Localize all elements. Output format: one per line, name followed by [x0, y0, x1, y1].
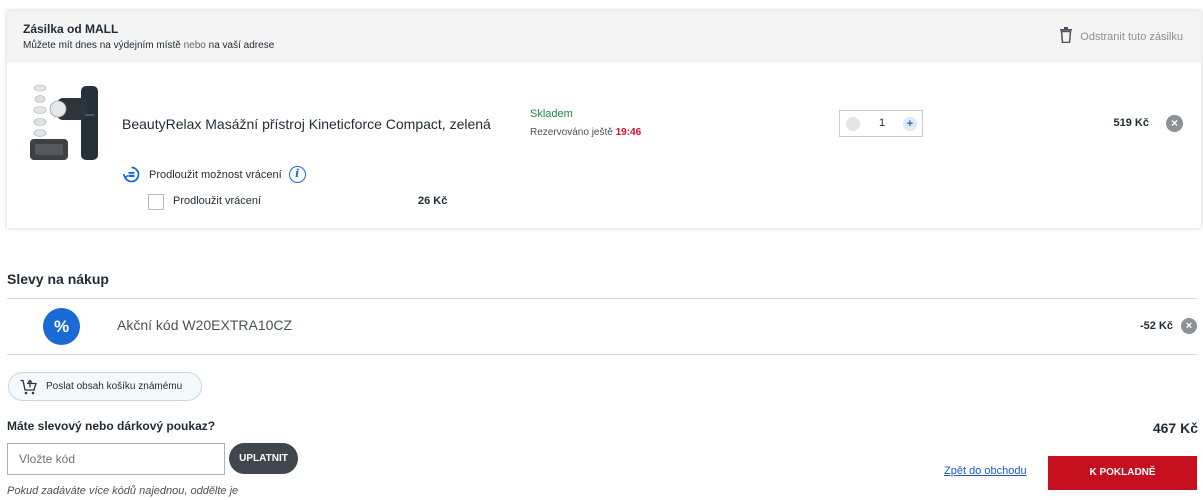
share-cart-button[interactable]: Poslat obsah košíku známému: [8, 372, 202, 401]
product-image[interactable]: [27, 84, 107, 164]
shipment-card: Zásilka od MALL Můžete mít dnes na výdej…: [7, 11, 1201, 228]
remove-discount-button[interactable]: ×: [1181, 318, 1197, 334]
reservation-info: Rezervováno ještě 19:46: [530, 127, 641, 138]
voucher-hint: Pokud zadáváte více kódů najednou, odděl…: [7, 485, 239, 497]
stock-status: Skladem: [530, 108, 573, 120]
remove-item-button[interactable]: ×: [1166, 115, 1183, 132]
trash-icon: [1060, 27, 1073, 46]
reserved-time: 19:46: [615, 127, 642, 138]
divider: [7, 298, 1197, 299]
cart-share-icon: [20, 379, 38, 395]
apply-code-button[interactable]: UPLATNIT: [229, 443, 298, 474]
decrease-quantity-button[interactable]: [846, 117, 860, 131]
info-icon[interactable]: i: [288, 166, 306, 183]
extend-return-row: Prodloužit možnost vrácení i: [122, 166, 306, 183]
remove-shipment-label: Odstranit tuto zásilku: [1080, 30, 1183, 43]
shipment-title: Zásilka od MALL: [23, 22, 119, 36]
voucher-question: Máte slevový nebo dárkový poukaz?: [7, 419, 216, 433]
back-to-shop-link[interactable]: Zpět do obchodu: [944, 465, 1027, 477]
subtitle-or: nebo: [183, 40, 206, 51]
extend-return-price: 26 Kč: [418, 195, 448, 207]
subtitle-suffix: na vaší adrese: [208, 40, 275, 51]
reserved-prefix: Rezervováno ještě: [530, 127, 613, 138]
increase-quantity-button[interactable]: +: [903, 117, 917, 131]
share-cart-label: Poslat obsah košíku známému: [46, 381, 183, 392]
discount-code-text: Akční kód W20EXTRA10CZ: [117, 317, 293, 333]
shipment-header: Zásilka od MALL Můžete mít dnes na výdej…: [7, 11, 1201, 62]
discounts-title: Slevy na nákup: [7, 271, 109, 287]
quantity-stepper[interactable]: 1 +: [839, 110, 923, 137]
voucher-code-input[interactable]: [7, 443, 225, 475]
discount-value: -52 Kč: [1139, 320, 1173, 332]
checkout-button[interactable]: K POKLADNĚ: [1048, 456, 1197, 490]
quantity-value[interactable]: 1: [876, 117, 888, 129]
item-price: 519 Kč: [1113, 117, 1149, 129]
extend-return-checkbox[interactable]: [148, 194, 164, 210]
product-name[interactable]: BeautyRelax Masážní přístroj Kineticforc…: [122, 116, 491, 132]
extend-return-option-label[interactable]: Prodloužit vrácení: [173, 195, 261, 207]
return-extend-icon: [122, 166, 140, 183]
shipment-subtitle: Můžete mít dnes na výdejním místě nebo n…: [23, 40, 274, 51]
extend-return-label: Prodloužit možnost vrácení: [149, 168, 282, 181]
remove-shipment-button[interactable]: Odstranit tuto zásilku: [1060, 27, 1183, 46]
percent-icon: %: [43, 308, 80, 345]
divider: [7, 354, 1197, 355]
subtitle-prefix: Můžete mít dnes na výdejním místě: [23, 40, 181, 51]
order-total: 467 Kč: [1152, 420, 1198, 436]
